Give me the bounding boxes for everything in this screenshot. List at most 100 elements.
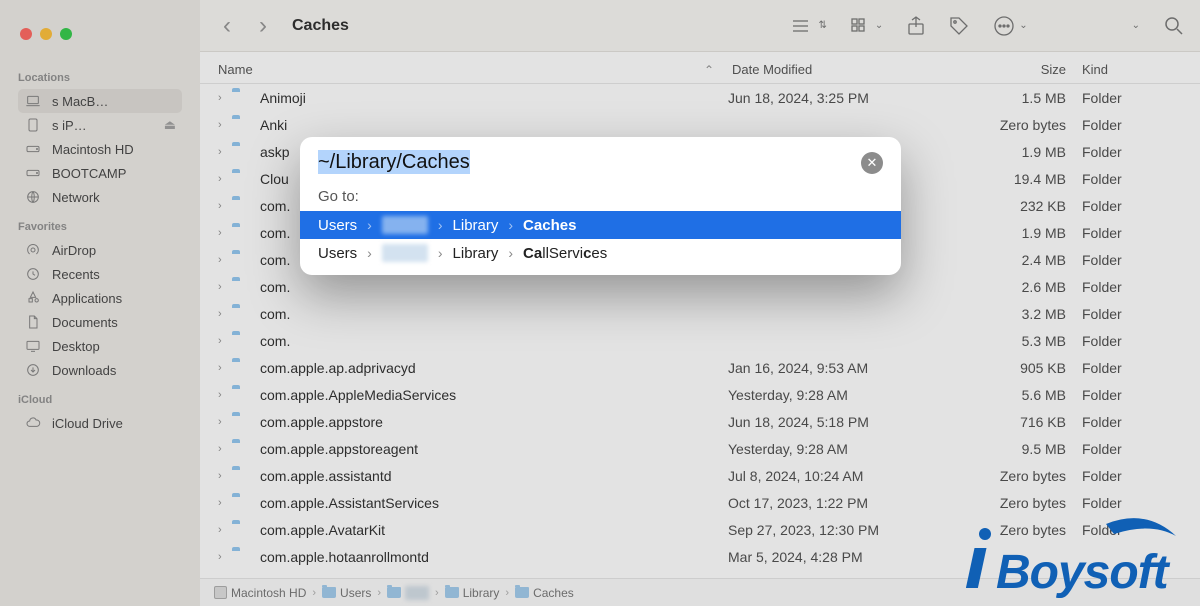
dropdown-button[interactable]: ⌄ [1132, 20, 1140, 31]
disclosure-chevron-icon[interactable]: › [218, 146, 232, 158]
disclosure-chevron-icon[interactable]: › [218, 362, 232, 374]
disclosure-chevron-icon[interactable]: › [218, 443, 232, 455]
sidebar-item-applications[interactable]: Applications [18, 286, 182, 310]
file-size: Zero bytes [962, 522, 1082, 538]
pathbar-label: Macintosh HD [231, 586, 306, 600]
file-row[interactable]: › com.apple.AvatarKit Sep 27, 2023, 12:3… [200, 516, 1200, 543]
disclosure-chevron-icon[interactable]: › [218, 308, 232, 320]
file-size: Zero bytes [962, 117, 1082, 133]
sidebar-item-documents[interactable]: Documents [18, 310, 182, 334]
pathbar-segment[interactable]: Macintosh HD [214, 586, 306, 600]
file-size: 3.2 MB [962, 306, 1082, 322]
file-name: com.apple.appstoreagent [260, 441, 728, 457]
sidebar-item-recents[interactable]: Recents [18, 262, 182, 286]
close-window-button[interactable] [20, 28, 32, 40]
pathbar-segment[interactable]: xxxx [387, 586, 429, 600]
folder-icon [387, 587, 401, 598]
file-row[interactable]: › com.apple.assistantd Jul 8, 2024, 10:2… [200, 462, 1200, 489]
disclosure-chevron-icon[interactable]: › [218, 200, 232, 212]
goto-result-row[interactable]: Users › › Library › CallServices [300, 239, 901, 267]
file-name: com. [260, 279, 728, 295]
file-row[interactable]: › com.apple.AssistantServices Oct 17, 20… [200, 489, 1200, 516]
disclosure-chevron-icon[interactable]: › [218, 551, 232, 563]
laptop-icon [24, 92, 42, 110]
disclosure-chevron-icon[interactable]: › [218, 227, 232, 239]
file-row[interactable]: › com. 2.6 MB Folder [200, 273, 1200, 300]
sidebar-item-macintosh-hd[interactable]: Macintosh HD [18, 137, 182, 161]
file-row[interactable]: › com. 3.2 MB Folder [200, 300, 1200, 327]
file-kind: Folder [1082, 225, 1182, 241]
file-date: Jun 18, 2024, 5:18 PM [728, 414, 962, 430]
folder-icon [232, 440, 252, 458]
file-row[interactable]: › com.apple.hotaanrollmontd Mar 5, 2024,… [200, 543, 1200, 570]
disclosure-chevron-icon[interactable]: › [218, 254, 232, 266]
file-row[interactable]: › com.apple.appstoreagent Yesterday, 9:2… [200, 435, 1200, 462]
sidebar-section-title: Favorites [18, 221, 182, 233]
disclosure-chevron-icon[interactable]: › [218, 524, 232, 536]
file-date: Yesterday, 9:28 AM [728, 387, 962, 403]
disclosure-chevron-icon[interactable]: › [218, 281, 232, 293]
column-name[interactable]: Name [218, 62, 253, 77]
file-row[interactable]: › Anki Zero bytes Folder [200, 111, 1200, 138]
column-size[interactable]: Size [962, 62, 1082, 77]
sidebar-item-label: Desktop [52, 339, 100, 354]
sidebar-item-ipad[interactable]: s iP… ⏏ [18, 113, 182, 137]
disclosure-chevron-icon[interactable]: › [218, 119, 232, 131]
more-button[interactable]: ⌄ [993, 15, 1027, 37]
back-button[interactable]: ‹ [216, 12, 238, 40]
path-bar[interactable]: Macintosh HD›Users›xxxx›Library›Caches [200, 578, 1200, 606]
search-button[interactable] [1164, 16, 1184, 36]
file-row[interactable]: › Animoji Jun 18, 2024, 3:25 PM 1.5 MB F… [200, 84, 1200, 111]
file-size: Zero bytes [962, 495, 1082, 511]
sidebar-item-airdrop[interactable]: AirDrop [18, 238, 182, 262]
sidebar-item-network[interactable]: Network [18, 185, 182, 209]
disclosure-chevron-icon[interactable]: › [218, 389, 232, 401]
clock-icon [24, 265, 42, 283]
sidebar-item-downloads[interactable]: Downloads [18, 358, 182, 382]
folder-icon [232, 521, 252, 539]
pathbar-segment[interactable]: Users [322, 586, 371, 600]
sidebar-item-label: AirDrop [52, 243, 96, 258]
goto-path-input[interactable]: ~/Library/Caches [318, 151, 861, 174]
file-kind: Folder [1082, 495, 1182, 511]
file-row[interactable]: › com.apple.AppleMediaServices Yesterday… [200, 381, 1200, 408]
disclosure-chevron-icon[interactable]: › [218, 416, 232, 428]
eject-icon[interactable]: ⏏ [164, 117, 176, 133]
share-button[interactable] [907, 16, 925, 36]
sidebar-item-desktop[interactable]: Desktop [18, 334, 182, 358]
view-list-button[interactable]: ⇅ [790, 18, 826, 34]
sidebar-item-icloud-drive[interactable]: iCloud Drive [18, 411, 182, 435]
chevron-right-icon: › [438, 245, 443, 261]
disclosure-chevron-icon[interactable]: › [218, 173, 232, 185]
doc-icon [24, 313, 42, 331]
column-headers[interactable]: Name⌃ Date Modified Size Kind [200, 52, 1200, 84]
zoom-window-button[interactable] [60, 28, 72, 40]
file-name: Animoji [260, 90, 728, 106]
sidebar-section-title: Locations [18, 72, 182, 84]
pathbar-label: Users [340, 586, 371, 600]
column-kind[interactable]: Kind [1082, 62, 1182, 77]
column-date-modified[interactable]: Date Modified [728, 62, 962, 77]
forward-button[interactable]: › [252, 12, 274, 40]
file-size: Zero bytes [962, 468, 1082, 484]
folder-icon [232, 305, 252, 323]
disclosure-chevron-icon[interactable]: › [218, 497, 232, 509]
file-row[interactable]: › com. 5.3 MB Folder [200, 327, 1200, 354]
goto-result-row[interactable]: Users › › Library › Caches [300, 211, 901, 239]
disclosure-chevron-icon[interactable]: › [218, 92, 232, 104]
disclosure-chevron-icon[interactable]: › [218, 335, 232, 347]
view-grid-button[interactable]: ⌄ [851, 18, 883, 34]
file-row[interactable]: › com.apple.ap.adprivacyd Jan 16, 2024, … [200, 354, 1200, 381]
disclosure-chevron-icon[interactable]: › [218, 470, 232, 482]
chevron-right-icon: › [505, 587, 509, 599]
clear-input-button[interactable]: ✕ [861, 152, 883, 174]
sidebar: Locations s MacB… s iP… ⏏ Macintosh HD B… [0, 0, 200, 606]
minimize-window-button[interactable] [40, 28, 52, 40]
sidebar-item-bootcamp[interactable]: BOOTCAMP [18, 161, 182, 185]
pathbar-segment[interactable]: Library [445, 586, 500, 600]
tag-button[interactable] [949, 16, 969, 36]
pathbar-segment[interactable]: Caches [515, 586, 574, 600]
folder-icon [515, 587, 529, 598]
file-row[interactable]: › com.apple.appstore Jun 18, 2024, 5:18 … [200, 408, 1200, 435]
sidebar-item-macbook[interactable]: s MacB… [18, 89, 182, 113]
